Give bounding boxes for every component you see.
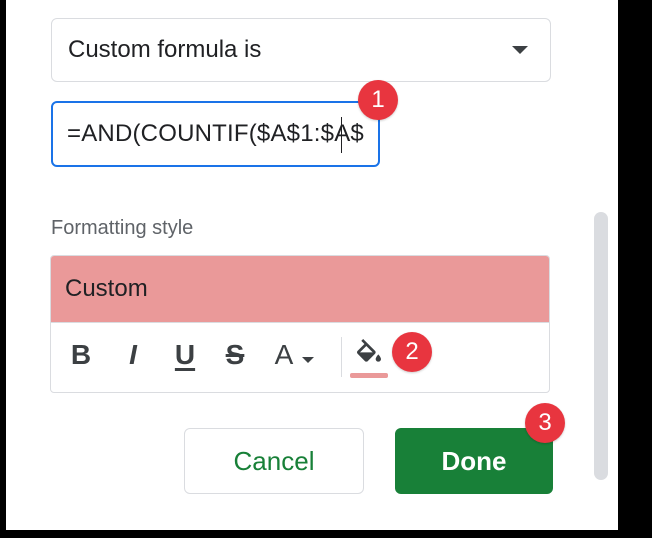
fill-color-swatch bbox=[350, 373, 388, 378]
strikethrough-button[interactable]: S bbox=[217, 337, 253, 373]
annotation-badge-1: 1 bbox=[358, 80, 398, 120]
style-preview[interactable]: Custom bbox=[51, 256, 549, 323]
custom-formula-input[interactable] bbox=[53, 103, 378, 165]
conditional-format-panel: Custom formula is 1 Formatting style Cus… bbox=[6, 0, 618, 530]
cancel-button[interactable]: Cancel bbox=[184, 428, 364, 494]
italic-button[interactable]: I bbox=[115, 337, 151, 373]
done-button[interactable]: Done bbox=[395, 428, 553, 494]
italic-icon: I bbox=[129, 339, 137, 370]
annotation-badge-2: 2 bbox=[392, 332, 432, 372]
toolbar-divider bbox=[341, 337, 342, 377]
custom-formula-field[interactable] bbox=[51, 101, 380, 167]
condition-type-dropdown[interactable]: Custom formula is bbox=[51, 18, 551, 82]
formatting-style-label: Formatting style bbox=[51, 217, 194, 239]
bold-button[interactable]: B bbox=[63, 337, 99, 373]
format-toolbar: B I U S A bbox=[51, 323, 549, 392]
condition-type-value: Custom formula is bbox=[68, 36, 262, 63]
underline-icon: U bbox=[174, 339, 196, 370]
formatting-style-box: Custom B I U S A bbox=[50, 255, 550, 393]
strikethrough-icon: S bbox=[225, 339, 245, 370]
paint-bucket-icon bbox=[356, 339, 381, 362]
scrollbar-thumb[interactable] bbox=[594, 212, 608, 480]
annotation-badge-3: 3 bbox=[525, 403, 565, 443]
style-preview-text: Custom bbox=[65, 275, 148, 302]
chevron-down-icon bbox=[302, 357, 315, 363]
fill-color-button[interactable] bbox=[351, 337, 387, 373]
text-cursor bbox=[341, 117, 342, 153]
text-color-icon: A bbox=[274, 339, 294, 370]
underline-button[interactable]: U bbox=[167, 337, 203, 373]
bold-icon: B bbox=[70, 339, 92, 370]
text-color-button[interactable]: A bbox=[265, 337, 325, 373]
chevron-down-icon bbox=[512, 46, 528, 54]
